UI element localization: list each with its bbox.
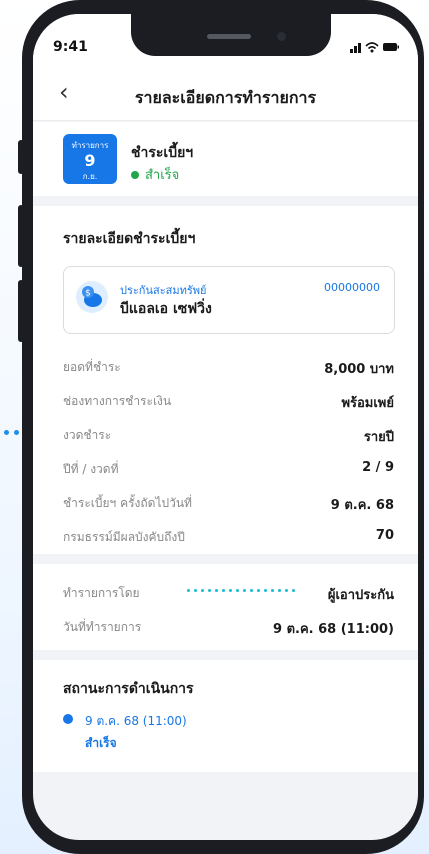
row-value: รายปี (363, 430, 394, 445)
row-value: ผู้เอาประกัน (327, 588, 394, 603)
status-text: สำเร็จ (145, 168, 180, 183)
piggy-bank-icon: $ (76, 281, 108, 313)
status-badge: สำเร็จ (131, 164, 179, 185)
timeline-dot-icon (63, 714, 73, 724)
row-value: 9 ต.ค. 68 (330, 498, 394, 513)
payment-details-card: รายละเอียดชำระเบี้ยฯ $ ประกันสะสมทรัพย์ … (33, 206, 418, 554)
progress-heading: สถานะการดำเนินการ (63, 681, 194, 697)
row-value: 8,000 บาท (324, 362, 394, 377)
date-badge: ทำรายการ 9 ก.ย. (63, 134, 117, 184)
signal-icon (350, 43, 361, 53)
battery-icon (383, 43, 399, 51)
row-value: 70 (375, 528, 394, 543)
row-label: วันที่ทำรายการ (63, 620, 142, 634)
row-value: 9 ต.ค. 68 (11:00) (273, 622, 394, 637)
date-badge-month: ก.ย. (82, 172, 98, 181)
detail-row: ปีที่ / งวดที่ 2 / 9 (63, 460, 394, 480)
status-time: 9:41 (53, 39, 88, 55)
policy-card[interactable]: $ ประกันสะสมทรัพย์ 00000000 บีแอลเอ เซฟว… (63, 266, 395, 334)
detail-row: งวดชำระ รายปี (63, 426, 394, 446)
detail-row: ยอดที่ชำระ 8,000 บาท (63, 358, 394, 378)
side-button (18, 205, 24, 267)
detail-row: วันที่ทำรายการ 9 ต.ค. 68 (11:00) (63, 618, 394, 638)
row-label: ปีที่ / งวดที่ (63, 462, 119, 476)
status-icons (350, 42, 399, 53)
transaction-summary-card: ทำรายการ 9 ก.ย. ชำระเบี้ยฯ สำเร็จ (33, 122, 418, 196)
status-dot-icon (131, 171, 139, 179)
timeline-status: สำเร็จ (85, 736, 117, 750)
progress-card: สถานะการดำเนินการ 9 ต.ค. 68 (11:00) สำเร… (33, 660, 418, 772)
nav-bar: ‹ รายละเอียดการทำรายการ (33, 70, 418, 121)
policy-number: 00000000 (324, 281, 380, 294)
row-label: งวดชำระ (63, 428, 112, 442)
decorative-dotted-line (187, 589, 301, 593)
made-by-card: ทำรายการโดย ผู้เอาประกัน วันที่ทำรายการ 9 … (33, 564, 418, 650)
timeline-date: 9 ต.ค. 68 (11:00) (85, 714, 187, 728)
wifi-icon (365, 42, 379, 53)
row-label: ชำระเบี้ยฯ ครั้งถัดไปวันที่ (63, 496, 192, 510)
phone-screen: 9:41 ‹ รายละเอียดการทำรายการ ทำรายการ 9 … (33, 14, 418, 840)
page-title: รายละเอียดการทำรายการ (134, 88, 317, 107)
row-label: ช่องทางการชำระเงิน (63, 394, 172, 408)
payment-details-heading: รายละเอียดชำระเบี้ยฯ (63, 231, 196, 247)
side-button (18, 280, 24, 342)
detail-row: กรมธรรม์มีผลบังคับถึงปี 70 (63, 528, 394, 548)
transaction-title: ชำระเบี้ยฯ (131, 145, 194, 161)
row-value: พร้อมเพย์ (341, 396, 394, 411)
policy-type: ประกันสะสมทรัพย์ (120, 284, 207, 297)
row-value: 2 / 9 (362, 460, 394, 475)
side-button (18, 140, 24, 174)
svg-text:$: $ (85, 289, 91, 299)
policy-name: บีแอลเอ เซฟวิ่ง (120, 301, 212, 317)
phone-frame: 9:41 ‹ รายละเอียดการทำรายการ ทำรายการ 9 … (18, 0, 424, 854)
detail-row: ช่องทางการชำระเงิน พร้อมเพย์ (63, 392, 394, 412)
detail-row: ชำระเบี้ยฯ ครั้งถัดไปวันที่ 9 ต.ค. 68 (63, 494, 394, 514)
row-label: ยอดที่ชำระ (63, 360, 121, 374)
row-label: ทำรายการโดย (63, 586, 140, 600)
date-badge-day: 9 (84, 151, 96, 170)
dynamic-island (131, 14, 331, 56)
detail-row: ทำรายการโดย ผู้เอาประกัน (63, 584, 394, 604)
row-label: กรมธรรม์มีผลบังคับถึงปี (63, 530, 185, 544)
